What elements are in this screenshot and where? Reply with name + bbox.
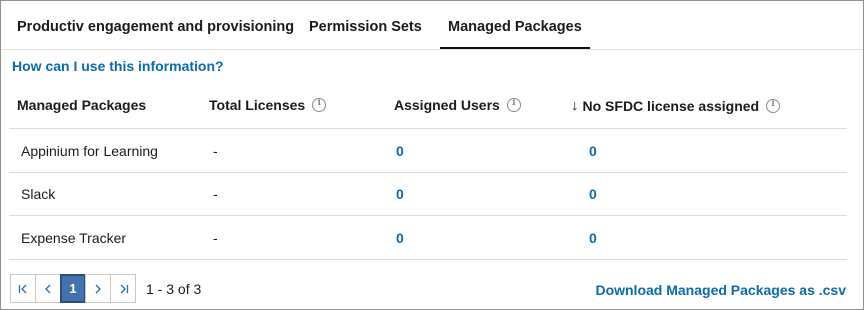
no-sfdc-license-link[interactable]: 0 (589, 143, 597, 159)
chevron-left-icon (45, 284, 51, 293)
pagination: 1 1 - 3 of 3 (10, 274, 201, 303)
last-page-icon (120, 284, 128, 293)
table-row: Appinium for Learning - 0 0 (1, 129, 863, 172)
sort-descending-icon: ↓ (571, 97, 579, 114)
chevron-right-icon (95, 284, 101, 293)
column-header-no-sfdc-license[interactable]: ↓ No SFDC license assigned (571, 97, 781, 114)
table-row: Expense Tracker - 0 0 (1, 216, 863, 259)
total-licenses-value: - (213, 230, 218, 246)
tab-bar: Productiv engagement and provisioning Pe… (1, 1, 863, 50)
row-divider (9, 259, 847, 260)
previous-page-button[interactable] (35, 274, 61, 303)
download-csv-link[interactable]: Download Managed Packages as .csv (595, 282, 846, 298)
info-icon[interactable] (766, 98, 781, 113)
column-header-managed-packages: Managed Packages (17, 97, 146, 113)
assigned-users-link[interactable]: 0 (396, 186, 404, 202)
info-icon[interactable] (506, 98, 521, 112)
no-sfdc-license-link[interactable]: 0 (589, 186, 597, 202)
column-header-label: Total Licenses (209, 97, 306, 113)
assigned-users-link[interactable]: 0 (396, 230, 404, 246)
next-page-button[interactable] (85, 274, 111, 303)
column-header-label: Managed Packages (17, 97, 147, 113)
no-sfdc-license-link[interactable]: 0 (589, 230, 597, 246)
tab-managed-packages[interactable]: Managed Packages (440, 1, 590, 49)
assigned-users-link[interactable]: 0 (396, 143, 404, 159)
managed-packages-panel: Productiv engagement and provisioning Pe… (0, 0, 864, 310)
total-licenses-value: - (213, 186, 218, 202)
tab-productiv-engagement[interactable]: Productiv engagement and provisioning (17, 1, 294, 48)
tab-permission-sets[interactable]: Permission Sets (309, 1, 422, 48)
package-name: Expense Tracker (21, 230, 127, 246)
page-range-text: 1 - 3 of 3 (146, 280, 202, 297)
last-page-button[interactable] (110, 274, 136, 303)
package-name: Appinium for Learning (21, 143, 158, 159)
info-icon[interactable] (312, 98, 327, 112)
package-name: Slack (21, 186, 56, 202)
total-licenses-value: - (213, 143, 218, 159)
column-header-label: Assigned Users (394, 97, 500, 113)
column-header-assigned-users[interactable]: Assigned Users (394, 97, 521, 113)
column-header-label: No SFDC license assigned (582, 97, 760, 114)
first-page-icon (18, 284, 26, 293)
page-button-current[interactable]: 1 (60, 274, 86, 303)
table-row: Slack - 0 0 (1, 172, 863, 215)
help-link[interactable]: How can I use this information? (12, 58, 224, 74)
column-header-total-licenses[interactable]: Total Licenses (209, 97, 327, 113)
first-page-button[interactable] (10, 274, 36, 303)
